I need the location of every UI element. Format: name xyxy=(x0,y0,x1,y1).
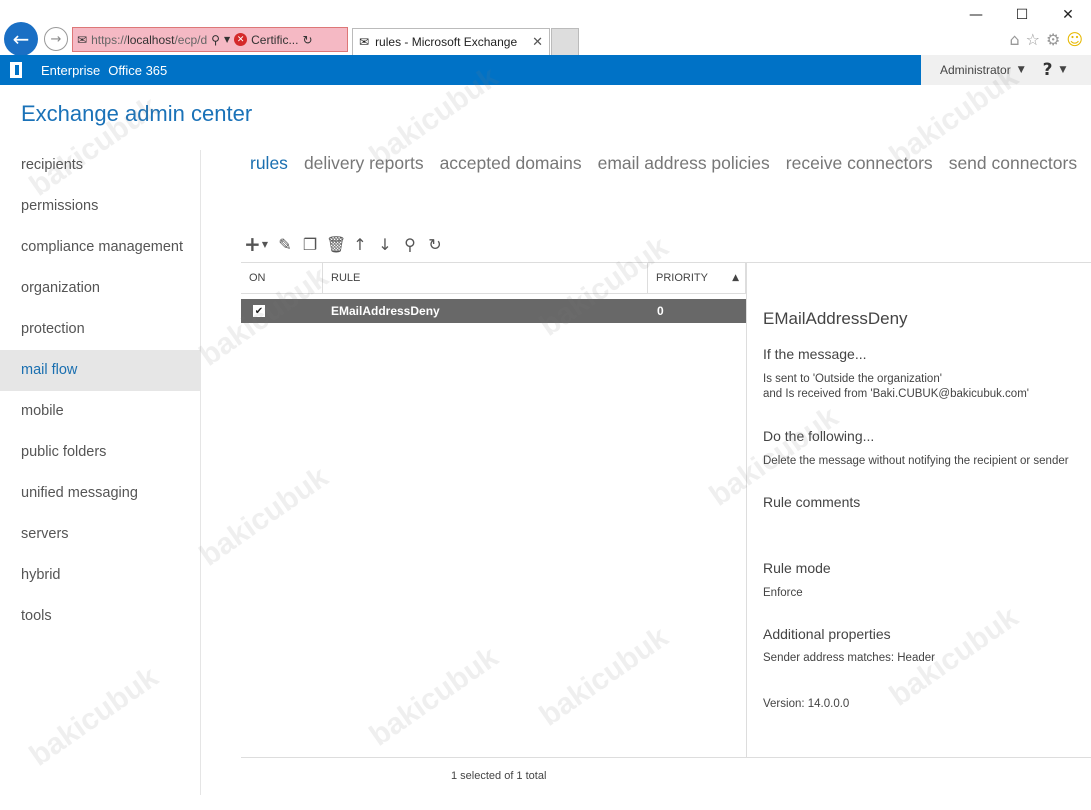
home-icon[interactable]: ⌂ xyxy=(1009,30,1019,49)
details-mode-value: Enforce xyxy=(763,587,803,599)
help-caret-icon[interactable]: ▼ xyxy=(1059,65,1066,75)
window-controls: — ☐ ✕ xyxy=(953,0,1091,30)
column-header-priority-label: PRIORITY xyxy=(656,272,708,284)
nav-divider xyxy=(200,150,201,795)
column-header-rule[interactable]: RULE xyxy=(323,263,648,293)
close-window-button[interactable]: ✕ xyxy=(1045,0,1091,30)
help-button[interactable]: ? xyxy=(1043,60,1053,80)
details-if-line1: Is sent to 'Outside the organization' xyxy=(763,373,942,385)
edit-pencil-icon[interactable]: ✎ xyxy=(276,235,294,254)
topbar-link-enterprise[interactable]: Enterprise xyxy=(41,63,100,78)
user-menu-caret-icon[interactable]: ▼ xyxy=(1018,65,1025,75)
back-arrow-icon[interactable]: ← xyxy=(4,22,38,56)
nav-item-unified-messaging[interactable]: unified messaging xyxy=(0,473,200,514)
maximize-button[interactable]: ☐ xyxy=(999,0,1045,30)
browser-toolbar-icons: ⌂ ☆ ⚙ ☺ xyxy=(1009,30,1083,49)
grid-header: ON RULE PRIORITY ▲ xyxy=(241,262,746,294)
certificate-error-label[interactable]: Certific... xyxy=(251,33,298,47)
office-logo-icon[interactable] xyxy=(0,55,32,85)
refresh-icon[interactable]: ↻ xyxy=(302,33,312,47)
nav-item-tools[interactable]: tools xyxy=(0,596,200,637)
add-icon[interactable]: + xyxy=(244,232,261,256)
url-path: /ecp/d xyxy=(174,32,208,47)
details-if-heading: If the message... xyxy=(763,346,867,362)
search-icon[interactable]: ⚲ xyxy=(211,33,220,47)
details-props-value: Sender address matches: Header xyxy=(763,652,935,664)
table-row[interactable]: ✔ EMailAddressDeny 0 xyxy=(241,299,746,323)
search-icon[interactable]: ⚲ xyxy=(401,235,419,254)
nav-item-mail-flow[interactable]: mail flow xyxy=(0,350,200,391)
move-down-arrow-icon[interactable]: ↓ xyxy=(376,235,394,254)
address-bar[interactable]: ✉ https://localhost/ecp/d ⚲ ▼ ✕ Certific… xyxy=(72,27,348,52)
details-title: EMailAddressDeny xyxy=(763,309,908,328)
tab-email-address-policies[interactable]: email address policies xyxy=(598,153,770,174)
header-line xyxy=(746,262,1091,263)
nav-item-compliance-management[interactable]: compliance management xyxy=(0,227,200,268)
column-header-priority[interactable]: PRIORITY ▲ xyxy=(648,263,746,293)
nav-item-mobile[interactable]: mobile xyxy=(0,391,200,432)
details-do-line1: Delete the message without notifying the… xyxy=(763,455,1069,467)
certificate-error-icon[interactable]: ✕ xyxy=(234,33,248,46)
add-dropdown-caret-icon[interactable]: ▼ xyxy=(261,240,269,249)
sort-ascending-icon: ▲ xyxy=(732,273,739,283)
tab-delivery-reports[interactable]: delivery reports xyxy=(304,153,424,174)
details-if-line2: and Is received from 'Baki.CUBUK@bakicub… xyxy=(763,388,1029,400)
watermark-text: bakicubuk xyxy=(23,660,165,773)
details-divider xyxy=(746,262,747,757)
nav-item-protection[interactable]: protection xyxy=(0,309,200,350)
details-version: Version: 14.0.0.0 xyxy=(763,698,850,710)
tab-title: rules - Microsoft Exchange xyxy=(375,35,518,49)
tab-favicon-icon: ✉ xyxy=(359,35,370,49)
tab-rules[interactable]: rules xyxy=(250,153,288,174)
nav-item-organization[interactable]: organization xyxy=(0,268,200,309)
details-mode-heading: Rule mode xyxy=(763,560,831,576)
page-favicon-icon: ✉ xyxy=(77,32,88,47)
nav-item-recipients[interactable]: recipients xyxy=(0,145,200,186)
exchange-top-bar: Enterprise Office 365 xyxy=(0,55,921,85)
nav-item-hybrid[interactable]: hybrid xyxy=(0,555,200,596)
rule-priority-cell: 0 xyxy=(657,304,664,318)
browser-tab[interactable]: ✉ rules - Microsoft Exchange ✕ xyxy=(352,28,550,55)
tab-receive-connectors[interactable]: receive connectors xyxy=(786,153,933,174)
page-title: Exchange admin center xyxy=(21,101,253,126)
forward-arrow-icon[interactable]: → xyxy=(44,27,68,51)
mail-flow-tabs: rules delivery reports accepted domains … xyxy=(250,153,1077,174)
details-props-heading: Additional properties xyxy=(763,626,891,642)
user-menu[interactable]: Administrator xyxy=(940,63,1011,77)
nav-item-permissions[interactable]: permissions xyxy=(0,186,200,227)
rules-grid: ON RULE PRIORITY ▲ ✔ EMailAddressDeny 0 xyxy=(241,262,746,757)
favorites-star-icon[interactable]: ☆ xyxy=(1026,30,1040,49)
new-tab-button[interactable] xyxy=(551,28,579,55)
left-navigation: recipients permissions compliance manage… xyxy=(0,145,200,637)
details-do-heading: Do the following... xyxy=(763,428,875,444)
url-host: localhost xyxy=(127,32,175,47)
grid-footer-line xyxy=(241,757,1091,758)
minimize-button[interactable]: — xyxy=(953,0,999,30)
browser-chrome: — ☐ ✕ ← → ✉ https://localhost/ecp/d ⚲ ▼ … xyxy=(0,0,1091,56)
tab-accepted-domains[interactable]: accepted domains xyxy=(440,153,582,174)
details-comments-heading: Rule comments xyxy=(763,494,861,510)
nav-item-servers[interactable]: servers xyxy=(0,514,200,555)
nav-item-public-folders[interactable]: public folders xyxy=(0,432,200,473)
feedback-smiley-icon[interactable]: ☺ xyxy=(1066,30,1083,49)
tab-send-connectors[interactable]: send connectors xyxy=(949,153,1077,174)
rule-enabled-checkbox[interactable]: ✔ xyxy=(253,305,265,317)
dropdown-caret-icon[interactable]: ▼ xyxy=(224,35,230,44)
rule-name-cell: EMailAddressDeny xyxy=(331,304,440,318)
user-bar: Administrator ▼ ? ▼ xyxy=(921,55,1091,85)
move-up-arrow-icon[interactable]: ↑ xyxy=(351,235,369,254)
column-header-on[interactable]: ON xyxy=(241,263,323,293)
settings-gear-icon[interactable]: ⚙ xyxy=(1046,30,1060,49)
copy-icon[interactable]: ❐ xyxy=(301,235,319,254)
delete-trash-icon[interactable]: 🗑 xyxy=(326,235,346,254)
url-prefix: https:// xyxy=(91,32,128,47)
selection-count: 1 selected of 1 total xyxy=(451,770,547,782)
tab-close-icon[interactable]: ✕ xyxy=(532,35,543,50)
rules-toolbar: + ▼ ✎ ❐ 🗑 ↑ ↓ ⚲ ↻ xyxy=(244,232,444,256)
topbar-link-office365[interactable]: Office 365 xyxy=(108,63,167,78)
refresh-icon[interactable]: ↻ xyxy=(426,235,444,254)
